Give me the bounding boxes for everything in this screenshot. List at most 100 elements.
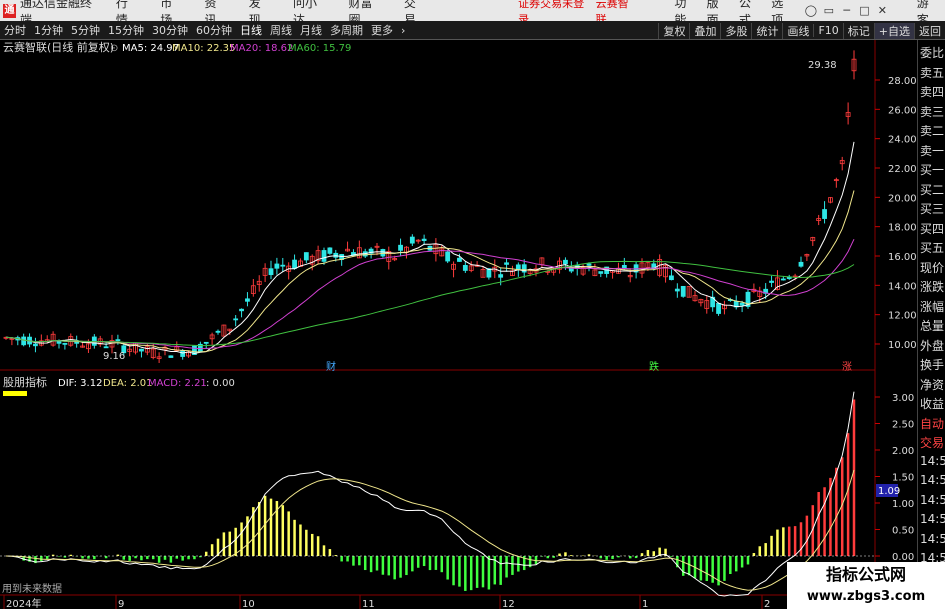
ma-toggle-icon[interactable]: ⊙ bbox=[110, 43, 118, 54]
tool-draw[interactable]: 画线 bbox=[782, 22, 813, 39]
candle-body bbox=[445, 251, 451, 262]
macd-y-tick-label: 3.00 bbox=[892, 393, 914, 404]
y-tick-label: 20.00 bbox=[888, 193, 917, 204]
kline-chart[interactable]: 云赛智联(日线 前复权) ⊙ MA5: 24.97 MA10: 22.35 MA… bbox=[0, 40, 917, 609]
quote-field-label: 换手 bbox=[920, 358, 945, 372]
candle-body bbox=[333, 252, 339, 258]
candle-body bbox=[103, 346, 109, 349]
tab-30min[interactable]: 30分钟 bbox=[148, 22, 192, 38]
candle-body bbox=[380, 249, 386, 257]
quote-field-label: 委比 bbox=[920, 46, 945, 60]
quote-field-label: 14:56 bbox=[920, 531, 945, 546]
tab-multi-period[interactable]: 多周期 bbox=[326, 22, 367, 38]
x-tick-label: 9 bbox=[118, 599, 124, 609]
x-tick-label: 10 bbox=[242, 599, 255, 609]
y-tick-label: 26.00 bbox=[888, 105, 917, 116]
y-tick-label: 16.00 bbox=[888, 252, 917, 263]
tool-f10[interactable]: F10 bbox=[813, 24, 842, 37]
quote-field-label: 现价 bbox=[920, 260, 945, 275]
tab-5min[interactable]: 5分钟 bbox=[67, 22, 104, 38]
tab-more[interactable]: 更多 bbox=[367, 22, 397, 38]
tool-back[interactable]: 返回 bbox=[914, 22, 945, 39]
macd-color-swatch bbox=[3, 391, 27, 396]
tab-weekly[interactable]: 周线 bbox=[266, 22, 296, 38]
minimize-icon[interactable]: ─ bbox=[839, 4, 854, 18]
candle-body bbox=[462, 265, 468, 271]
candle-body bbox=[215, 330, 221, 333]
candle-body bbox=[274, 263, 280, 269]
macd-label: MACD: 2.21 bbox=[148, 378, 207, 389]
zero-label: : 0.00 bbox=[206, 378, 235, 389]
candle-body bbox=[327, 247, 333, 254]
quote-field-label: 净资 bbox=[920, 377, 945, 392]
quote-field-label: 自动 bbox=[920, 416, 945, 431]
tool-mark[interactable]: 标记 bbox=[842, 22, 874, 39]
candle-body bbox=[321, 250, 327, 262]
tool-overlay[interactable]: 叠加 bbox=[689, 22, 720, 39]
ma5-label: MA5: 24.97 bbox=[122, 43, 179, 54]
quote-panel: 委比 卖五 卖四 卖三 卖二 卖一 买一 买二 买三 买四 买五 现价 涨跌 涨幅 总量 外盘 换手 净资 收益 自动… bbox=[917, 40, 945, 609]
candle-body bbox=[780, 278, 786, 281]
candle-body bbox=[239, 308, 244, 312]
tab-daily[interactable]: 日线 bbox=[236, 22, 266, 38]
tool-stats[interactable]: 统计 bbox=[751, 22, 782, 39]
event-marker-finance[interactable]: 财 bbox=[326, 360, 336, 373]
event-marker-rise[interactable]: 涨 bbox=[842, 361, 852, 373]
chevron-right-icon[interactable]: › bbox=[397, 24, 409, 37]
quote-field-label: 卖三 bbox=[920, 104, 945, 119]
close-icon[interactable]: ✕ bbox=[875, 4, 890, 18]
candle-body bbox=[233, 318, 239, 321]
high-price-label: 29.38 bbox=[808, 60, 837, 71]
quote-field-label: 外盘 bbox=[920, 338, 945, 353]
x-tick-label: 12 bbox=[502, 599, 515, 609]
window-icon[interactable]: ▭ bbox=[821, 4, 836, 18]
tool-multi-stock[interactable]: 多股 bbox=[720, 22, 751, 39]
quote-field-label: 14:56 bbox=[920, 473, 945, 487]
event-marker-drop[interactable]: 跌 bbox=[649, 360, 659, 373]
current-value: 1.09 bbox=[878, 486, 900, 497]
y-tick-label: 28.00 bbox=[888, 76, 917, 87]
quote-field-label: 交易 bbox=[920, 436, 945, 450]
quote-field-label: 收益 bbox=[920, 397, 945, 411]
ma20-label: MA20: 18.62 bbox=[230, 43, 293, 54]
y-tick-label: 12.00 bbox=[888, 311, 917, 322]
maximize-icon[interactable]: □ bbox=[857, 4, 872, 18]
tool-add-watchlist[interactable]: +自选 bbox=[873, 22, 914, 39]
quote-field-label: 卖二 bbox=[920, 124, 945, 138]
tab-15min[interactable]: 15分钟 bbox=[104, 22, 148, 38]
candle-body bbox=[409, 236, 415, 244]
macd-header: 股朋指标 bbox=[3, 375, 47, 389]
tab-60min[interactable]: 60分钟 bbox=[192, 22, 236, 38]
candle-body bbox=[280, 264, 286, 267]
x-tick-label: 11 bbox=[362, 599, 375, 609]
tab-1min[interactable]: 1分钟 bbox=[30, 22, 67, 38]
period-tab-bar: 分时 1分钟 5分钟 15分钟 30分钟 60分钟 日线 周线 月线 多周期 更… bbox=[0, 21, 945, 40]
candle-body bbox=[33, 343, 38, 347]
dea-label: DEA: 2.01 bbox=[103, 378, 153, 389]
tab-monthly[interactable]: 月线 bbox=[296, 22, 326, 38]
candle-body bbox=[303, 252, 309, 261]
candle-body bbox=[139, 348, 144, 352]
app-logo-icon: 通 bbox=[3, 3, 16, 18]
candle-body bbox=[674, 288, 680, 292]
candle-body bbox=[669, 275, 674, 281]
candle-body bbox=[798, 261, 804, 267]
candle-body bbox=[457, 257, 462, 262]
tab-intraday[interactable]: 分时 bbox=[0, 22, 30, 38]
candle-body bbox=[822, 209, 827, 219]
tool-adjust[interactable]: 复权 bbox=[658, 22, 689, 39]
circle-icon[interactable]: ◯ bbox=[804, 4, 819, 18]
quote-field-label: 涨跌 bbox=[920, 280, 945, 294]
watermark-title: 指标公式网 bbox=[787, 562, 945, 588]
macd-y-tick-label: 1.50 bbox=[892, 473, 914, 484]
candle-body bbox=[563, 259, 568, 265]
candle-body bbox=[203, 341, 209, 344]
candle-body bbox=[245, 298, 250, 302]
ma10-label: MA10: 22.35 bbox=[172, 43, 235, 54]
candle-body bbox=[115, 339, 121, 342]
x-tick-label: 2024年 bbox=[6, 597, 41, 609]
quote-field-label: 涨幅 bbox=[920, 299, 945, 314]
macd-y-tick-label: 2.50 bbox=[892, 420, 914, 431]
future-data-note: 用到未来数据 bbox=[2, 582, 62, 595]
quote-field-label: 总量 bbox=[920, 319, 945, 333]
